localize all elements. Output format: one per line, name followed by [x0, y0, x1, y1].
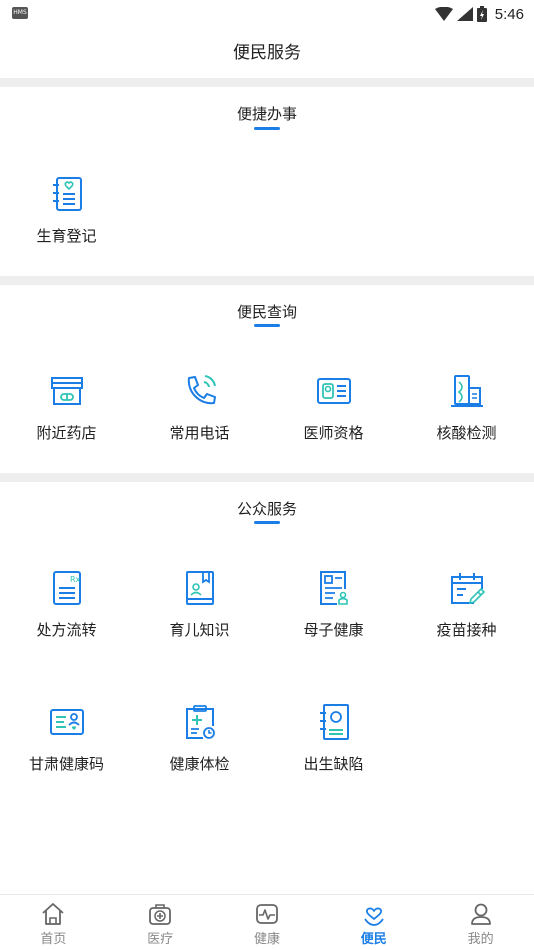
section-divider	[0, 276, 534, 285]
status-bar: HMS 5:46	[0, 0, 534, 28]
service-birth-defect[interactable]: 出生缺陷	[267, 703, 400, 793]
prescription-icon: Rx	[52, 571, 81, 605]
tab-health[interactable]: 健康	[214, 895, 321, 950]
section-title-convenient-affairs: 便捷办事	[236, 105, 297, 123]
sim-indicator-icon: HMS	[12, 7, 28, 19]
health-code-icon	[49, 709, 84, 735]
service-label: 育儿知识	[169, 621, 230, 639]
service-label: 疫苗接种	[436, 621, 497, 639]
service-label: 甘肃健康码	[28, 755, 104, 773]
service-gansu-health-code[interactable]: 甘肃健康码	[0, 703, 133, 793]
service-label: 医师资格	[303, 424, 364, 442]
birth-registration-icon	[52, 177, 82, 211]
service-birth-registration[interactable]: 生育登记	[0, 175, 133, 265]
service-doctor-license[interactable]: 医师资格	[267, 372, 400, 462]
service-prescription-transfer[interactable]: Rx 处方流转	[0, 569, 133, 659]
clock: 5:46	[494, 5, 524, 23]
service-label: 生育登记	[36, 227, 97, 245]
tab-mine[interactable]: 我的	[427, 895, 534, 950]
service-label: 出生缺陷	[303, 755, 364, 773]
service-label: 母子健康	[303, 621, 364, 639]
mother-child-health-icon	[319, 571, 348, 605]
tab-label: 首页	[40, 932, 67, 947]
tab-label: 我的	[467, 932, 494, 947]
heart-hands-icon	[364, 907, 384, 926]
section-title-convenient-query: 便民查询	[236, 303, 297, 321]
service-label: 处方流转	[36, 621, 97, 639]
pharmacy-store-icon	[50, 377, 83, 405]
tab-convenience[interactable]: 便民	[320, 895, 427, 950]
parenting-book-icon	[185, 571, 214, 605]
home-icon	[42, 903, 64, 925]
tab-label: 健康	[253, 932, 280, 947]
section-title-underline	[254, 127, 280, 130]
status-icons: 5:46	[434, 4, 524, 24]
service-nucleic-acid-test[interactable]: 核酸检测	[400, 372, 533, 462]
battery-icon	[476, 6, 487, 22]
vaccine-calendar-icon	[450, 573, 485, 605]
signal-icon	[456, 7, 473, 21]
service-label: 附近药店	[36, 424, 97, 442]
service-mother-child-health[interactable]: 母子健康	[267, 569, 400, 659]
wifi-icon	[434, 7, 453, 21]
service-health-checkup[interactable]: 健康体检	[133, 703, 266, 793]
nucleic-acid-test-icon	[450, 375, 483, 407]
service-vaccination[interactable]: 疫苗接种	[400, 569, 533, 659]
tab-home[interactable]: 首页	[0, 895, 107, 950]
user-icon	[470, 903, 491, 925]
section-title-underline	[254, 324, 280, 327]
section-divider	[0, 473, 534, 482]
svg-text:Rx: Rx	[70, 575, 81, 584]
phone-icon	[187, 375, 216, 405]
section-title-underline	[254, 521, 280, 524]
tab-label: 医疗	[147, 932, 174, 947]
tab-medical[interactable]: 医疗	[107, 895, 214, 950]
service-common-phone[interactable]: 常用电话	[133, 372, 266, 462]
birth-defect-icon	[319, 704, 349, 740]
service-parenting-knowledge[interactable]: 育儿知识	[133, 569, 266, 659]
page-title: 便民服务	[233, 43, 301, 63]
tab-label: 便民	[360, 932, 387, 947]
medical-kit-icon	[149, 904, 172, 925]
service-label: 健康体检	[169, 755, 230, 773]
service-label: 常用电话	[169, 424, 230, 442]
section-title-public-service: 公众服务	[236, 500, 297, 518]
bottom-tab-bar: 首页 医疗 健康 便民 我的	[0, 894, 534, 950]
service-nearby-pharmacy[interactable]: 附近药店	[0, 372, 133, 462]
service-label: 核酸检测	[436, 424, 497, 442]
doctor-license-icon	[316, 378, 351, 404]
heartbeat-icon	[256, 904, 278, 924]
health-checkup-icon	[185, 705, 215, 739]
section-divider	[0, 78, 534, 87]
